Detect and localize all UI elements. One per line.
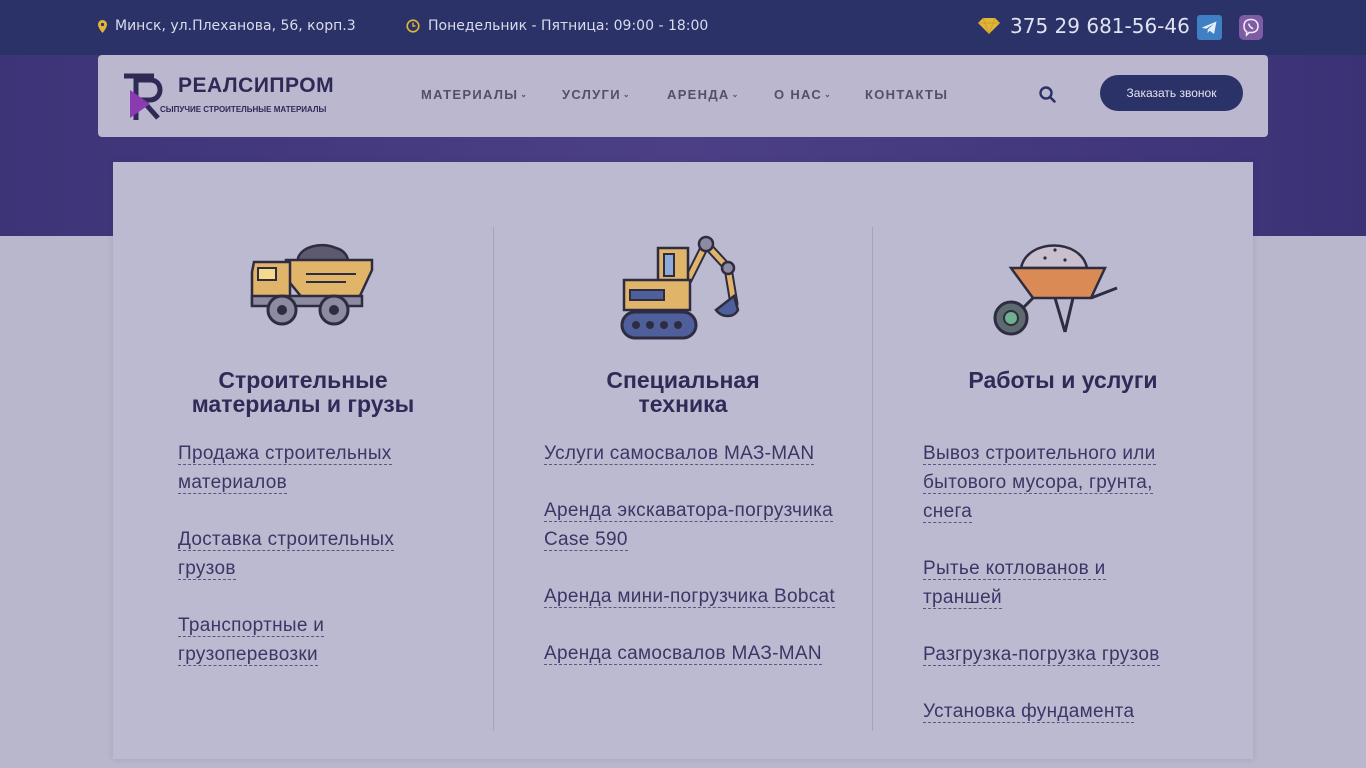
link-dump-truck-services[interactable]: Услуги самосвалов МАЗ-MAN (544, 439, 844, 468)
clock-icon (406, 19, 420, 33)
column-title-line: Работы и услуги (968, 367, 1158, 393)
telegram-icon[interactable] (1197, 15, 1222, 40)
main-navbar: РЕАЛСИПРОМ СЫПУЧИЕ СТРОИТЕЛЬНЫЕ МАТЕРИАЛ… (98, 55, 1268, 137)
chevron-down-icon: ⌄ (731, 90, 740, 99)
nav-contacts-label: КОНТАКТЫ (865, 87, 949, 102)
link-excavation[interactable]: Рытье котлованов и траншей (923, 554, 1188, 612)
nav-about[interactable]: О НАС ⌄ (774, 87, 832, 102)
logo-subtitle: СЫПУЧИЕ СТРОИТЕЛЬНЫЕ МАТЕРИАЛЫ (160, 105, 327, 114)
phone[interactable]: 375 29 681-56-46 (978, 14, 1190, 38)
nav-about-label: О НАС (774, 87, 823, 102)
nav-services-label: УСЛУГИ (562, 87, 621, 102)
column-title-line: Специальная (606, 367, 760, 393)
column-title: Специальная техника (493, 368, 873, 416)
search-icon[interactable] (1036, 83, 1060, 107)
link-foundation[interactable]: Установка фундамента (923, 697, 1188, 726)
nav-materials[interactable]: МАТЕРИАЛЫ ⌄ (421, 87, 528, 102)
request-call-button[interactable]: Заказать звонок (1100, 75, 1243, 111)
viber-icon[interactable] (1239, 15, 1263, 40)
hours-text: Понедельник - Пятница: 09:00 - 18:00 (428, 18, 709, 34)
chevron-down-icon: ⌄ (824, 90, 833, 99)
logo-mark (124, 73, 163, 120)
link-list: Услуги самосвалов МАЗ-MAN Аренда экскава… (544, 439, 844, 696)
map-pin-icon (98, 19, 107, 33)
chevron-down-icon: ⌄ (520, 90, 529, 99)
column-materials: Строительные материалы и грузы Продажа с… (113, 162, 493, 759)
link-backhoe-rent[interactable]: Аренда экскаватора-погрузчика Case 590 (544, 496, 844, 554)
column-works: Работы и услуги Вывоз строительного или … (873, 162, 1253, 759)
link-bobcat-rent[interactable]: Аренда мини-погрузчика Bobcat (544, 582, 844, 611)
link-waste-removal[interactable]: Вывоз строительного или бытового мусора,… (923, 439, 1188, 526)
link-list: Продажа строительных материалов Доставка… (178, 439, 438, 697)
nav-rent[interactable]: АРЕНДА ⌄ (667, 87, 740, 102)
top-bar: Минск, ул.Плеханова, 56, корп.3 Понедель… (0, 0, 1366, 55)
link-dump-truck-rent[interactable]: Аренда самосвалов МАЗ-MAN (544, 639, 844, 668)
dump-truck-icon (250, 244, 374, 326)
column-machinery: Специальная техника Услуги самосвалов МА… (493, 162, 873, 759)
logo-title: РЕАЛСИПРОМ (178, 74, 335, 97)
services-card: Строительные материалы и грузы Продажа с… (113, 162, 1253, 759)
excavator-icon (620, 235, 740, 340)
link-transport[interactable]: Транспортные и грузоперевозки (178, 611, 438, 669)
link-loading[interactable]: Разгрузка-погрузка грузов (923, 640, 1188, 669)
link-list: Вывоз строительного или бытового мусора,… (923, 439, 1188, 754)
address-text: Минск, ул.Плеханова, 56, корп.3 (115, 18, 356, 34)
phone-number[interactable]: 375 29 681-56-46 (1010, 14, 1190, 38)
nav-contacts[interactable]: КОНТАКТЫ (865, 87, 948, 102)
column-title-line: Строительные (218, 367, 388, 393)
working-hours: Понедельник - Пятница: 09:00 - 18:00 (406, 18, 708, 34)
logo[interactable]: РЕАЛСИПРОМ СЫПУЧИЕ СТРОИТЕЛЬНЫЕ МАТЕРИАЛ… (122, 72, 335, 124)
column-title-line: материалы и грузы (191, 391, 415, 417)
address: Минск, ул.Плеханова, 56, корп.3 (98, 18, 356, 34)
wheelbarrow-icon (993, 244, 1118, 336)
chevron-down-icon: ⌄ (622, 90, 631, 99)
link-sale-materials[interactable]: Продажа строительных материалов (178, 439, 438, 497)
column-title: Строительные материалы и грузы (113, 368, 493, 416)
nav-services[interactable]: УСЛУГИ ⌄ (562, 87, 631, 102)
diamond-icon (978, 18, 1000, 34)
nav-materials-label: МАТЕРИАЛЫ (421, 87, 519, 102)
link-delivery[interactable]: Доставка строительных грузов (178, 525, 438, 583)
column-title-line: техника (638, 391, 728, 417)
column-title: Работы и услуги (873, 368, 1253, 392)
nav-rent-label: АРЕНДА (667, 87, 730, 102)
